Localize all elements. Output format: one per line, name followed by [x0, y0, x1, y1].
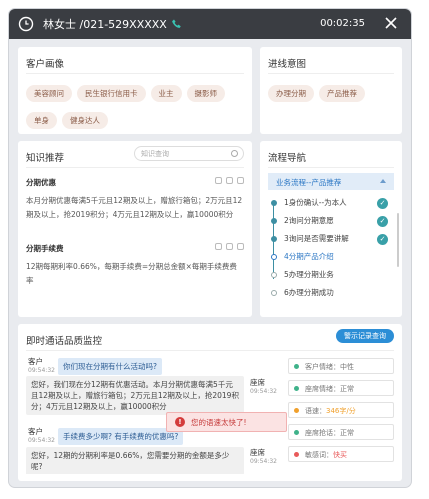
- status-dot: [294, 408, 299, 413]
- profile-tag: 摄影师: [186, 85, 225, 102]
- flow-group-header[interactable]: 业务流程--产品推荐: [268, 173, 394, 190]
- alert-icon: !: [175, 417, 185, 427]
- customer-profile-card: 客户画像 美容顾问 民生银行信用卡 业主 摄影师 单身 健身达人: [18, 47, 252, 134]
- speech-rate-alert: ! 您的语速太快了!: [166, 412, 287, 432]
- knowledge-item-body: 本月分期优惠每满5千元且12期及以上，赠旅行箱包；2万元且12期及以上，抢201…: [26, 196, 243, 219]
- knowledge-item[interactable]: 分期手续费 12期每期利率0.66%，每期手续费=分期总金额×每期手续费费率: [26, 243, 244, 288]
- flow-step[interactable]: 6办理分期成功: [268, 289, 394, 307]
- warning-records-button[interactable]: 警示记录查询: [336, 329, 394, 343]
- knowledge-item-title: 分期优惠: [26, 178, 56, 187]
- speaker-label: 客户 09:54:32: [28, 357, 55, 374]
- customer-profile-title: 客户画像: [26, 59, 65, 70]
- indicator-row: 客户情绪：中性: [288, 358, 394, 374]
- quality-indicators: 客户情绪：中性 座席情绪：正常 语速：346字/分 座席抢话：正常 敏感词：快买: [288, 358, 394, 468]
- knowledge-item[interactable]: 分期优惠 本月分期优惠每满5千元且12期及以上，赠旅行箱包；2万元且12期及以上…: [26, 177, 244, 222]
- call-timer: 00:02:35: [320, 18, 365, 29]
- flow-nav-card: 流程导航 业务流程--产品推荐 1身份确认--为本人 ✓ 2询问分期意愿 ✓ 3询问…: [260, 141, 402, 317]
- thumb-down-icon[interactable]: [226, 177, 233, 184]
- intent-tag: 办理分期: [268, 85, 314, 102]
- agent-message: 您好，12期的分期利率是0.66%，您需要分期的金额是多少呢?: [26, 447, 244, 474]
- status-dot: [294, 364, 299, 369]
- customer-message: 你们现在分期有什么活动吗?: [58, 358, 162, 375]
- flow-step[interactable]: 3询问是否需要讲解 ✓: [268, 234, 394, 253]
- knowledge-card: 知识推荐 知识查询 分期优惠 本月分期优惠每满5千元且12期及以上，赠旅行箱包；…: [18, 141, 252, 317]
- check-icon: ✓: [377, 216, 388, 227]
- flow-step[interactable]: 2询问分期意愿 ✓: [268, 216, 394, 235]
- thumb-up-icon[interactable]: [215, 243, 222, 250]
- profile-tag: 美容顾问: [26, 85, 72, 102]
- speaker-label: 座席 09:54:32: [250, 378, 277, 395]
- intent-tag: 产品推荐: [319, 85, 365, 102]
- intent-title: 进线意图: [268, 59, 307, 70]
- profile-tag: 业主: [150, 85, 182, 102]
- speaker-label: 座席 09:54:32: [250, 448, 277, 465]
- thumb-up-icon[interactable]: [215, 177, 222, 184]
- knowledge-item-body: 12期每期利率0.66%，每期手续费=分期总金额×每期手续费费率: [26, 262, 237, 285]
- chevron-up-icon[interactable]: [380, 179, 386, 183]
- indicator-row: 语速：346字/分: [288, 402, 394, 418]
- indicator-row: 座席抢话：正常: [288, 424, 394, 440]
- knowledge-item-title: 分期手续费: [26, 244, 64, 253]
- thumb-down-icon[interactable]: [226, 243, 233, 250]
- flow-nav-title: 流程导航: [268, 153, 307, 164]
- profile-tag: 健身达人: [62, 112, 108, 129]
- indicator-row: 敏感词：快买: [288, 446, 394, 462]
- profile-tag: 单身: [26, 112, 57, 129]
- status-dot: [294, 430, 299, 435]
- indicator-row: 座席情绪：正常: [288, 380, 394, 396]
- agent-message: 您好，我们现在分12期有优惠活动。本月分期优惠每满5千元且12期及以上，赠旅行箱…: [26, 376, 244, 415]
- flow-step[interactable]: 4分期产品介绍: [268, 253, 394, 271]
- clock-icon: [17, 15, 35, 33]
- knowledge-search-input[interactable]: 知识查询: [134, 146, 244, 161]
- check-icon: ✓: [377, 234, 388, 245]
- speaker-label: 客户 09:54:32: [28, 427, 55, 444]
- close-icon[interactable]: [383, 15, 399, 31]
- title-bar: 林女士 /021-529XXXXX 00:02:35: [9, 9, 411, 39]
- caller-label: 林女士 /021-529XXXXX: [43, 18, 167, 31]
- quality-monitor-card: 即时通话品质监控 警示记录查询 客户 09:54:32 你们现在分期有什么活动吗?…: [18, 324, 402, 481]
- flow-step[interactable]: 5办理分期业务: [268, 271, 394, 289]
- status-dot: [294, 386, 299, 391]
- profile-tag: 民生银行信用卡: [77, 85, 146, 102]
- copy-icon[interactable]: [237, 243, 244, 250]
- check-icon: ✓: [377, 198, 388, 209]
- scrollbar[interactable]: [397, 213, 399, 267]
- customer-message: 手续费多少啊? 有手续费的优惠吗?: [58, 428, 184, 445]
- phone-icon: [171, 19, 181, 28]
- search-icon[interactable]: [231, 150, 238, 157]
- intent-card: 进线意图 办理分期 产品推荐: [260, 47, 402, 134]
- copy-icon[interactable]: [237, 177, 244, 184]
- flow-step[interactable]: 1身份确认--为本人 ✓: [268, 198, 394, 217]
- status-dot: [294, 452, 299, 457]
